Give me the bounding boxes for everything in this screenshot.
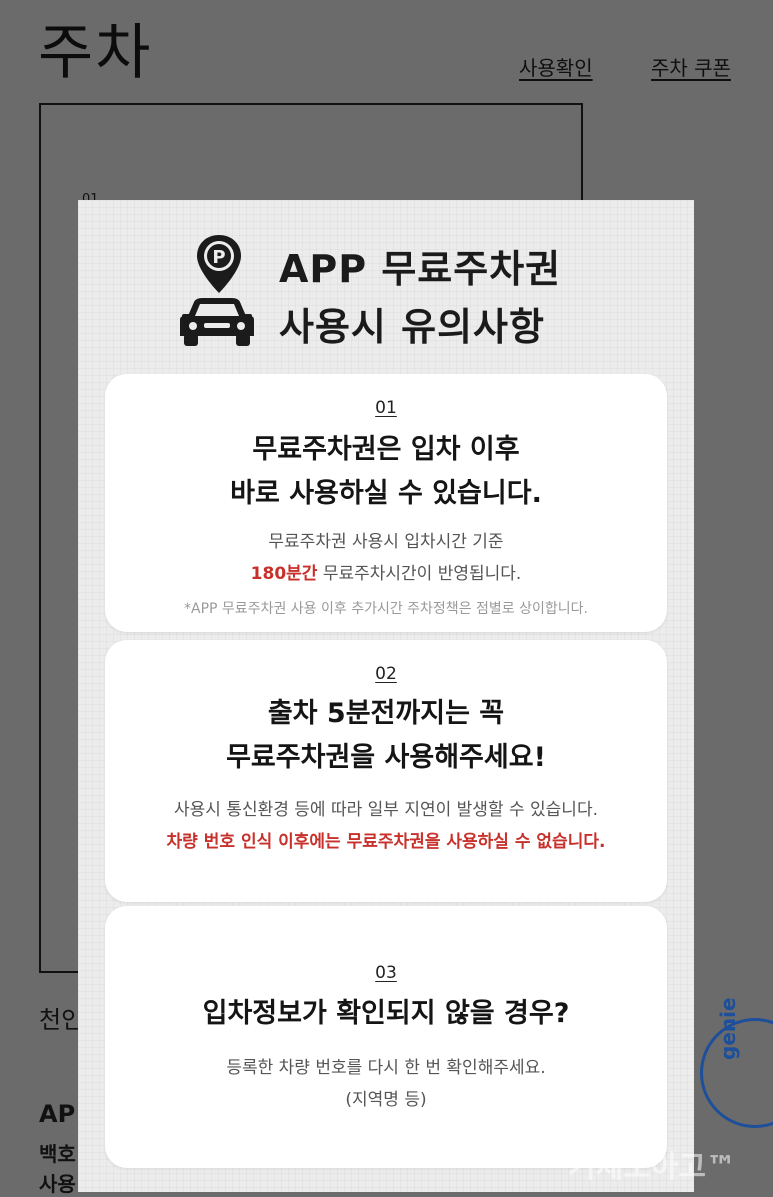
card-description: 등록한 차량 번호를 다시 한 번 확인해주세요. [226,1058,546,1078]
card-description: 사용시 통신환경 등에 따라 일부 지연이 발생할 수 있습니다. [174,800,598,820]
background-text-line: 백호 [39,1142,76,1166]
card-headline-line: 무료주차권은 입차 이후 [252,434,520,465]
card-headline: 출차 5분전까지는 꼭 무료주차권을 사용해주세요! [105,692,667,780]
card-footnote: *APP 무료주차권 사용 이후 추가시간 주차정책은 점별로 상이합니다. [184,601,588,617]
page-title: 주차 [38,18,153,88]
parking-pin-icon: P [197,235,241,293]
popup-title: APP 무료주차권 [279,247,562,291]
popup-header: P APP 무료주차권 사용시 유의사항 [78,200,694,370]
card-description-text: 무료주차시간이 반영됩니다. [317,564,522,584]
watermark-text: 거제오아고™ [568,1150,736,1185]
car-icon [180,298,254,346]
card-description: (지역명 등) [345,1090,427,1110]
card-number: 02 [375,664,397,684]
background-text-line: 천인 [39,1006,84,1034]
genie-badge-label: genie [716,997,740,1060]
card-headline: 입차정보가 확인되지 않을 경우? [202,998,570,1029]
card-description: 무료주차권 사용시 입차시간 기준 [268,532,504,552]
background-text-line: AP [39,1100,76,1128]
card-description: 180분간 무료주차시간이 반영됩니다. [105,558,667,590]
notice-card-01: 01 무료주차권은 입차 이후 바로 사용하실 수 있습니다. 무료주차권 사용… [105,374,667,632]
notice-card-02: 02 출차 5분전까지는 꼭 무료주차권을 사용해주세요! 사용시 통신환경 등… [105,640,667,902]
popup-subtitle: 사용시 유의사항 [279,305,545,349]
parking-coupon-link[interactable]: 주차 쿠폰 [651,52,731,81]
card-headline-line: 출차 5분전까지는 꼭 [267,698,505,729]
notice-card-03: 03 입차정보가 확인되지 않을 경우? 등록한 차량 번호를 다시 한 번 확… [105,906,667,1168]
card-headline: 무료주차권은 입차 이후 바로 사용하실 수 있습니다. [105,428,667,516]
card-number: 01 [375,398,397,418]
background-text-line: 사용 [39,1172,76,1196]
svg-text:P: P [212,247,225,268]
card-number: 03 [375,963,397,983]
card-headline-line: 무료주차권을 사용해주세요! [226,742,546,773]
parking-notice-popup: P APP 무료주차권 사용시 유의사항 01 무료주차권은 입차 이후 바로 … [78,200,694,1192]
card-headline-line: 바로 사용하실 수 있습니다. [230,478,542,509]
free-time-highlight: 180분간 [250,564,318,584]
usage-check-link[interactable]: 사용확인 [519,52,593,81]
card-warning: 차량 번호 인식 이후에는 무료주차권을 사용하실 수 없습니다. [166,832,606,852]
